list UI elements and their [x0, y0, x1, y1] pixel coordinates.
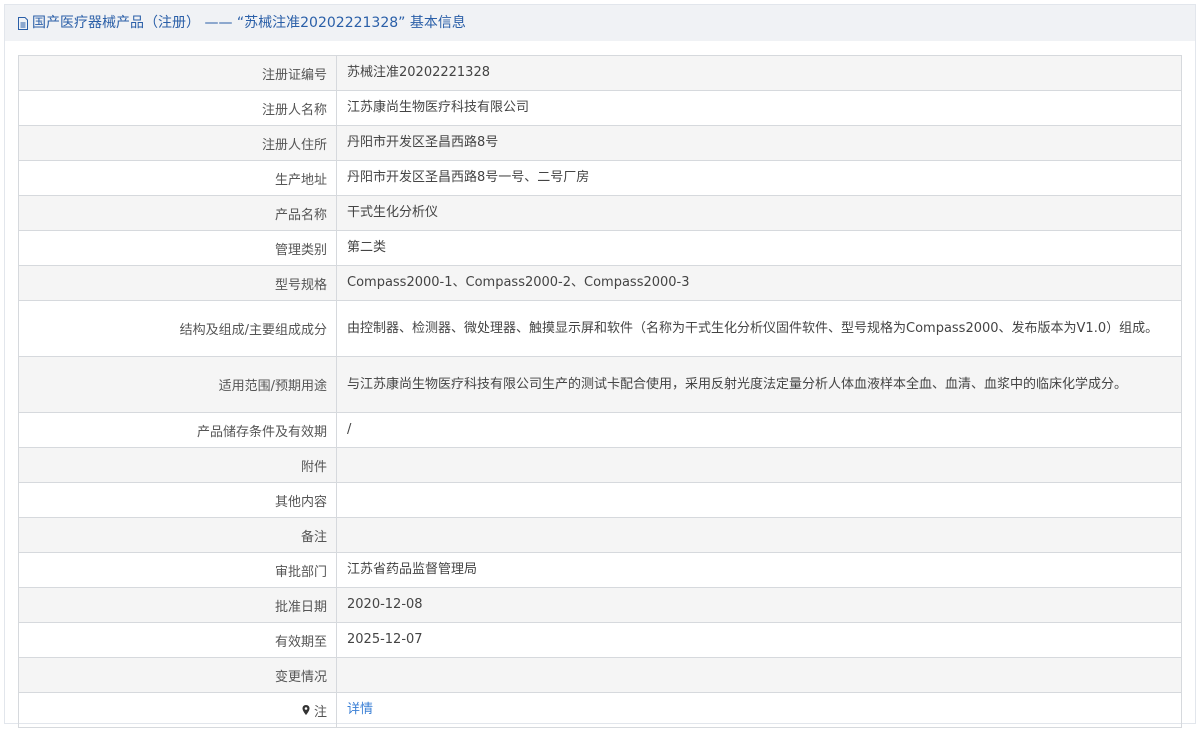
- info-table: 注册证编号 苏械注准20202221328 注册人名称 江苏康尚生物医疗科技有限…: [18, 55, 1182, 728]
- table-row: 审批部门 江苏省药品监督管理局: [19, 553, 1182, 588]
- field-value: [337, 483, 1182, 517]
- field-label: 备注: [19, 518, 337, 552]
- field-label: 变更情况: [19, 658, 337, 692]
- table-row: 附件: [19, 448, 1182, 483]
- panel-header: 国产医疗器械产品（注册） —— “苏械注准20202221328” 基本信息: [5, 5, 1195, 41]
- field-value: /: [337, 413, 1182, 447]
- field-value: 第二类: [337, 231, 1182, 265]
- table-row: 其他内容: [19, 483, 1182, 518]
- field-value: 丹阳市开发区圣昌西路8号一号、二号厂房: [337, 161, 1182, 195]
- field-value: 江苏康尚生物医疗科技有限公司: [337, 91, 1182, 125]
- field-label: 其他内容: [19, 483, 337, 517]
- field-value: 干式生化分析仪: [337, 196, 1182, 230]
- field-label: 有效期至: [19, 623, 337, 657]
- field-label: 适用范围/预期用途: [19, 357, 337, 412]
- field-value: 2020-12-08: [337, 588, 1182, 622]
- table-row-note: 注 详情: [19, 693, 1182, 728]
- field-label: 附件: [19, 448, 337, 482]
- field-value: 丹阳市开发区圣昌西路8号: [337, 126, 1182, 160]
- field-value: 2025-12-07: [337, 623, 1182, 657]
- details-link[interactable]: 详情: [347, 700, 373, 720]
- table-row: 注册证编号 苏械注准20202221328: [19, 56, 1182, 91]
- detail-panel: 国产医疗器械产品（注册） —— “苏械注准20202221328” 基本信息 注…: [4, 4, 1196, 728]
- note-label-text: 注: [313, 704, 327, 720]
- field-label: 生产地址: [19, 161, 337, 195]
- document-icon: [17, 16, 29, 30]
- table-row: 型号规格 Compass2000-1、Compass2000-2、Compass…: [19, 266, 1182, 301]
- field-label: 型号规格: [19, 266, 337, 300]
- table-row: 注册人名称 江苏康尚生物医疗科技有限公司: [19, 91, 1182, 126]
- field-value: 苏械注准20202221328: [337, 56, 1182, 90]
- table-row: 变更情况: [19, 658, 1182, 693]
- field-value: [337, 518, 1182, 552]
- field-label: 产品储存条件及有效期: [19, 413, 337, 447]
- table-row: 有效期至 2025-12-07: [19, 623, 1182, 658]
- table-row: 管理类别 第二类: [19, 231, 1182, 266]
- field-value: 与江苏康尚生物医疗科技有限公司生产的测试卡配合使用，采用反射光度法定量分析人体血…: [337, 357, 1182, 412]
- note-value: 详情: [337, 693, 1182, 727]
- table-row: 产品名称 干式生化分析仪: [19, 196, 1182, 231]
- field-value: Compass2000-1、Compass2000-2、Compass2000-…: [337, 266, 1182, 300]
- field-label: 注册证编号: [19, 56, 337, 90]
- table-row: 批准日期 2020-12-08: [19, 588, 1182, 623]
- pin-icon: [300, 704, 312, 716]
- page-title: 国产医疗器械产品（注册） —— “苏械注准20202221328” 基本信息: [32, 15, 466, 31]
- field-label: 结构及组成/主要组成成分: [19, 301, 337, 356]
- table-row: 生产地址 丹阳市开发区圣昌西路8号一号、二号厂房: [19, 161, 1182, 196]
- field-label: 注册人名称: [19, 91, 337, 125]
- field-label: 产品名称: [19, 196, 337, 230]
- field-label: 注册人住所: [19, 126, 337, 160]
- field-label: 批准日期: [19, 588, 337, 622]
- field-label: 审批部门: [19, 553, 337, 587]
- field-label: 管理类别: [19, 231, 337, 265]
- field-value: [337, 448, 1182, 482]
- note-label: 注: [19, 693, 337, 727]
- table-row: 适用范围/预期用途 与江苏康尚生物医疗科技有限公司生产的测试卡配合使用，采用反射…: [19, 357, 1182, 413]
- field-value: 江苏省药品监督管理局: [337, 553, 1182, 587]
- field-value: 由控制器、检测器、微处理器、触摸显示屏和软件（名称为干式生化分析仪固件软件、型号…: [337, 301, 1182, 356]
- table-row: 产品储存条件及有效期 /: [19, 413, 1182, 448]
- page: 国产医疗器械产品（注册） —— “苏械注准20202221328” 基本信息 注…: [0, 0, 1200, 732]
- field-value: [337, 658, 1182, 692]
- table-row: 结构及组成/主要组成成分 由控制器、检测器、微处理器、触摸显示屏和软件（名称为干…: [19, 301, 1182, 357]
- table-row: 备注: [19, 518, 1182, 553]
- table-row: 注册人住所 丹阳市开发区圣昌西路8号: [19, 126, 1182, 161]
